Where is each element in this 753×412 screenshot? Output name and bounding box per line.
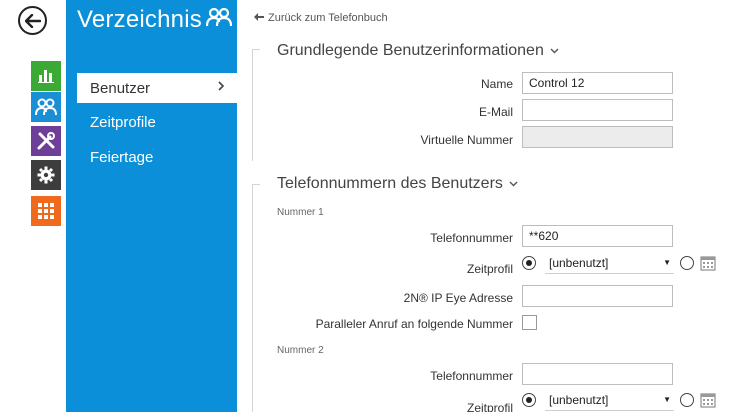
content-area: Zurück zum Telefonbuch Grundlegende Benu… <box>237 0 753 412</box>
section-bracket <box>252 49 260 161</box>
section-basic-info-title[interactable]: Grundlegende Benutzerinformationen <box>277 42 559 60</box>
profile-1-control: [unbenutzt] ▼ <box>522 252 716 274</box>
section-title-text: Telefonnummern des Benutzers <box>277 175 503 192</box>
system-grid-icon[interactable] <box>31 196 61 226</box>
section-phone-numbers-title[interactable]: Telefonnummern des Benutzers <box>277 175 518 193</box>
phone-1-field[interactable] <box>522 225 673 247</box>
name-field[interactable] <box>522 72 673 94</box>
profile-2-label: Zeitprofil <box>466 401 513 412</box>
phone-1-label: Telefonnummer <box>430 231 513 245</box>
nav-item-label: Zeitprofile <box>90 113 156 131</box>
chevron-down-icon <box>509 178 518 190</box>
virtual-number-label: Virtuelle Nummer <box>420 133 513 147</box>
number-2-heading: Nummer 2 <box>277 345 324 356</box>
status-chart-icon[interactable] <box>31 61 61 91</box>
profile-1-select[interactable]: [unbenutzt] ▼ <box>545 252 674 274</box>
ipeye-1-field[interactable] <box>522 285 673 307</box>
phone-2-field[interactable] <box>522 363 673 385</box>
profile-1-label: Zeitprofil <box>466 262 513 276</box>
back-link-label: Zurück zum Telefonbuch <box>268 12 388 24</box>
parallel-call-checkbox[interactable] <box>522 315 537 330</box>
profile-1-radio-select[interactable] <box>522 256 536 270</box>
profile-1-select-value: [unbenutzt] <box>549 255 609 270</box>
parallel-call-label: Paralleler Anruf an folgende Nummer <box>315 317 513 331</box>
profile-2-control: [unbenutzt] ▼ <box>522 389 716 411</box>
back-to-phonebook-link[interactable]: Zurück zum Telefonbuch <box>254 12 388 24</box>
nav-item-zeitprofile[interactable]: Zeitprofile <box>66 107 237 137</box>
nav-item-label: Benutzer <box>90 79 151 97</box>
calendar-icon[interactable] <box>700 392 716 408</box>
nav-item-label: Feiertage <box>90 148 154 166</box>
section-bracket <box>252 184 260 412</box>
number-1-heading: Nummer 1 <box>277 207 324 218</box>
email-field[interactable] <box>522 99 673 121</box>
nav-item-benutzer[interactable]: Benutzer <box>77 73 237 103</box>
dropdown-arrow-icon: ▼ <box>663 258 671 267</box>
ipeye-1-label: 2N® IP Eye Adresse <box>403 291 513 305</box>
profile-1-radio-calendar[interactable] <box>680 256 694 270</box>
users-icon <box>205 6 233 34</box>
nav-item-feiertage[interactable]: Feiertage <box>66 142 237 172</box>
back-small-arrow-icon <box>254 12 264 24</box>
dropdown-arrow-icon: ▼ <box>663 395 671 404</box>
profile-2-select-value: [unbenutzt] <box>549 392 609 407</box>
email-label: E-Mail <box>478 105 513 119</box>
directory-nav: Verzeichnis Benutzer Zeitprofile Feierta… <box>66 0 237 412</box>
virtual-number-field <box>522 126 673 148</box>
hardware-tools-icon[interactable] <box>31 126 61 156</box>
chevron-right-icon <box>217 80 225 95</box>
name-label: Name <box>480 77 513 91</box>
calendar-icon[interactable] <box>700 255 716 271</box>
phone-2-label: Telefonnummer <box>430 369 513 383</box>
nav-title-text: Verzeichnis <box>77 6 202 33</box>
chevron-down-icon <box>550 45 559 57</box>
icon-rail <box>0 0 66 412</box>
back-arrow-icon[interactable] <box>18 6 47 35</box>
nav-title: Verzeichnis <box>77 6 233 34</box>
profile-2-radio-select[interactable] <box>522 393 536 407</box>
profile-2-select[interactable]: [unbenutzt] ▼ <box>545 389 674 411</box>
profile-2-radio-calendar[interactable] <box>680 393 694 407</box>
section-title-text: Grundlegende Benutzerinformationen <box>277 42 544 59</box>
directory-users-icon[interactable] <box>31 92 61 122</box>
services-gear-icon[interactable] <box>31 160 61 190</box>
